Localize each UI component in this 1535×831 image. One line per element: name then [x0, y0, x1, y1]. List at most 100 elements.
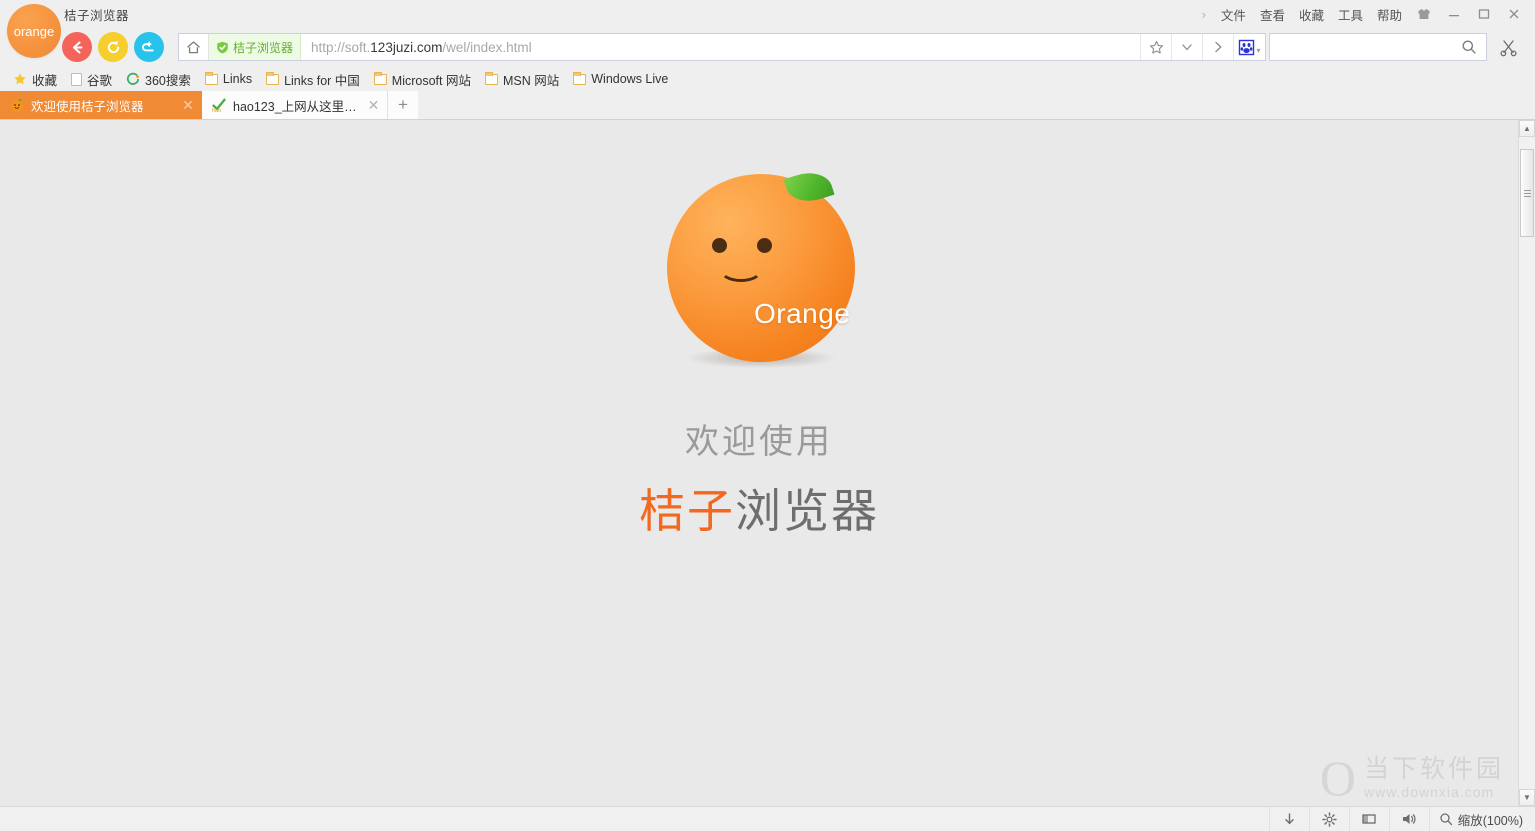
scroll-down-button[interactable]: ▼	[1519, 789, 1535, 806]
search-input[interactable]	[1270, 39, 1453, 56]
bookmark-microsoft-site[interactable]: Microsoft 网站	[369, 68, 478, 91]
app-logo-text: orange	[14, 24, 54, 39]
scrollbar-thumb[interactable]	[1520, 149, 1534, 237]
security-badge-label: 桔子浏览器	[233, 39, 293, 56]
bookmark-msn-site[interactable]: MSN 网站	[480, 68, 566, 91]
scissors-icon[interactable]	[1489, 32, 1527, 62]
url-path: /wel/index.html	[442, 40, 531, 55]
maximize-button[interactable]	[1469, 2, 1499, 26]
undo-button[interactable]	[134, 32, 164, 62]
shirt-icon[interactable]	[1409, 2, 1439, 26]
url-host: 123juzi.com	[370, 40, 442, 55]
close-button[interactable]	[1499, 2, 1529, 26]
bookmark-label: Windows Live	[591, 72, 668, 86]
title-bar: orange 桔子浏览器 › 文件 查看 收藏 工具 帮助	[0, 0, 1535, 28]
minimize-button[interactable]	[1439, 2, 1469, 26]
bookmarks-bar: 收藏 谷歌 360搜索 Links Links for 中国 Microsoft…	[0, 66, 1535, 92]
app-logo: orange	[7, 4, 61, 58]
orange-mascot: Orange	[659, 156, 859, 366]
tab-close-icon[interactable]: ✕	[366, 97, 381, 114]
go-button[interactable]	[1202, 34, 1233, 60]
engine-caret-icon: ▾	[1256, 46, 1260, 55]
mascot-smile	[719, 256, 763, 282]
hao123-icon: hao	[211, 97, 227, 113]
welcome-text: 欢迎使用	[685, 414, 833, 463]
page-icon	[71, 73, 82, 86]
tab-strip: 欢迎使用桔子浏览器 ✕ hao hao123_上网从这里开始 ✕ +	[0, 92, 1535, 120]
scrollbar-grip	[1524, 190, 1531, 197]
menu-item-file[interactable]: 文件	[1214, 1, 1253, 28]
scroll-up-button[interactable]: ▲	[1519, 120, 1535, 137]
scrollbar-track[interactable]	[1519, 137, 1535, 789]
menu-item-view[interactable]: 查看	[1253, 1, 1292, 28]
bookmark-favorites[interactable]: 收藏	[8, 68, 64, 91]
search-engine-selector[interactable]: ▾	[1233, 34, 1265, 60]
brand-highlight: 桔子	[639, 485, 735, 537]
menu-bar: › 文件 查看 收藏 工具 帮助	[1194, 0, 1535, 28]
status-bar: 缩放(100%)	[0, 806, 1535, 831]
folder-icon	[485, 74, 498, 85]
bookmark-windows-live[interactable]: Windows Live	[568, 70, 675, 88]
folder-icon	[573, 74, 586, 85]
url-text[interactable]: http://soft.123juzi.com/wel/index.html	[301, 40, 1140, 55]
url-prefix: http://soft.	[311, 40, 370, 55]
back-button[interactable]	[62, 32, 92, 62]
chevron-down-icon[interactable]	[1171, 34, 1202, 60]
tab-close-icon[interactable]: ✕	[180, 97, 196, 114]
tab-title: hao123_上网从这里开始	[233, 96, 360, 115]
watermark: O 当下软件园 www.downxia.com	[1320, 755, 1504, 800]
new-tab-button[interactable]: +	[388, 91, 418, 119]
window-title: 桔子浏览器	[64, 5, 129, 24]
brand-rest: 浏览器	[735, 485, 879, 537]
speaker-icon[interactable]	[1389, 807, 1429, 831]
gear-icon[interactable]	[1309, 807, 1349, 831]
welcome-hero: Orange 欢迎使用 桔子浏览器	[0, 156, 1518, 541]
browser-window: orange 桔子浏览器 › 文件 查看 收藏 工具 帮助	[0, 0, 1535, 831]
download-icon[interactable]	[1269, 807, 1309, 831]
page-content: Orange 欢迎使用 桔子浏览器 O 当下软件园 www.downxia.co…	[0, 120, 1518, 806]
bookmark-label: 收藏	[32, 70, 57, 89]
mascot-eye-right	[757, 238, 772, 253]
home-icon[interactable]	[179, 34, 209, 60]
vertical-scrollbar[interactable]: ▲ ▼	[1518, 120, 1535, 806]
bookmark-label: 谷歌	[87, 70, 112, 89]
menu-item-help[interactable]: 帮助	[1370, 1, 1409, 28]
mascot-word: Orange	[754, 298, 850, 330]
tab-welcome[interactable]: 欢迎使用桔子浏览器 ✕	[0, 91, 202, 119]
security-badge[interactable]: 桔子浏览器	[209, 34, 301, 60]
folder-icon	[266, 74, 279, 85]
bookmark-label: Links for 中国	[284, 70, 360, 89]
baidu-paw-icon	[1238, 39, 1255, 56]
watermark-en: www.downxia.com	[1364, 784, 1504, 800]
svg-text:hao: hao	[212, 108, 221, 113]
star-icon	[13, 72, 27, 86]
address-bar[interactable]: 桔子浏览器 http://soft.123juzi.com/wel/index.…	[178, 33, 1266, 61]
watermark-cn: 当下软件园	[1364, 755, 1504, 784]
bookmark-label: Microsoft 网站	[392, 70, 471, 89]
bookmark-links-for-china[interactable]: Links for 中国	[261, 68, 367, 91]
zoom-label: 缩放(100%)	[1458, 810, 1523, 829]
folder-icon	[374, 74, 387, 85]
menu-item-tools[interactable]: 工具	[1331, 1, 1370, 28]
menu-expand-chevron-icon[interactable]: ›	[1194, 7, 1214, 22]
search-box[interactable]	[1269, 33, 1487, 61]
tab-hao123[interactable]: hao hao123_上网从这里开始 ✕	[202, 91, 388, 119]
bookmark-label: 360搜索	[145, 70, 191, 89]
reload-button[interactable]	[98, 32, 128, 62]
menu-item-favorites[interactable]: 收藏	[1292, 1, 1331, 28]
tab-title: 欢迎使用桔子浏览器	[31, 96, 174, 115]
bookmark-google[interactable]: 谷歌	[66, 68, 119, 91]
bookmark-links[interactable]: Links	[200, 70, 259, 88]
brand-title: 桔子浏览器	[639, 475, 879, 541]
window-icon[interactable]	[1349, 807, 1389, 831]
bookmark-label: Links	[223, 72, 252, 86]
bookmark-star-icon[interactable]	[1140, 34, 1171, 60]
shield-check-icon	[216, 41, 229, 54]
zoom-control[interactable]: 缩放(100%)	[1429, 807, 1535, 831]
bookmark-360-search[interactable]: 360搜索	[121, 68, 198, 91]
orange-icon	[9, 97, 25, 113]
viewport: Orange 欢迎使用 桔子浏览器 O 当下软件园 www.downxia.co…	[0, 120, 1535, 806]
mascot-eye-left	[712, 238, 727, 253]
search-icon[interactable]	[1453, 39, 1486, 55]
navigation-toolbar: 桔子浏览器 http://soft.123juzi.com/wel/index.…	[0, 28, 1535, 66]
